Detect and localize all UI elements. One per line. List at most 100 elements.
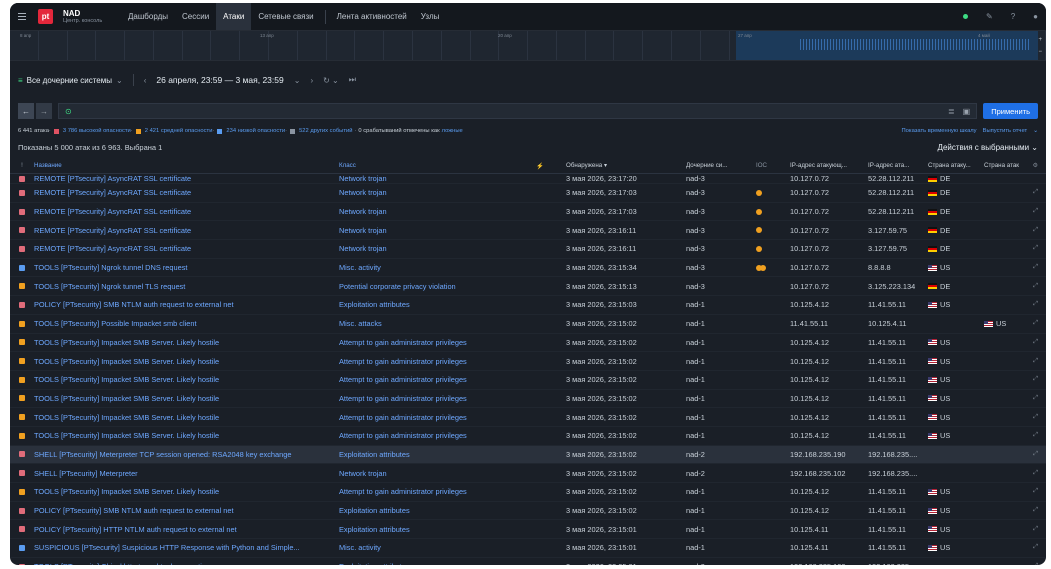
attack-class[interactable]: Misc. activity [339, 263, 566, 272]
attack-name[interactable]: TOOLS [PTsecurity] Impacket SMB Server. … [34, 487, 339, 496]
ioc-indicator-icon[interactable] [756, 245, 762, 252]
help-icon[interactable]: ? [1011, 12, 1015, 21]
skip-to-end-icon[interactable]: ⏭ [349, 75, 356, 85]
attack-name[interactable]: TOOLS [PTsecurity] Chisel http tunnel to… [34, 562, 339, 565]
attack-name[interactable]: TOOLS [PTsecurity] Impacket SMB Server. … [34, 375, 339, 384]
show-timeline-link[interactable]: Показать временную шкалу [902, 128, 977, 134]
attack-class[interactable]: Attempt to gain administrator privileges [339, 357, 566, 366]
attack-name[interactable]: TOOLS [PTsecurity] Impacket SMB Server. … [34, 413, 339, 422]
date-range[interactable]: 26 апреля, 23:59 — 3 мая, 23:59 [156, 75, 283, 85]
attack-name[interactable]: SHELL [PTsecurity] Meterpreter TCP sessi… [34, 450, 339, 459]
table-row[interactable]: TOOLS [PTsecurity] Ngrok tunnel TLS requ… [10, 277, 1046, 297]
attack-class[interactable]: Network trojan [339, 226, 566, 235]
ioc-indicator-icon[interactable] [756, 189, 762, 196]
attack-class[interactable]: Exploitation attributes [339, 300, 566, 309]
table-row[interactable]: POLICY [PTsecurity] HTTP NTLM auth reque… [10, 520, 1046, 540]
ioc-indicator-icon[interactable] [756, 227, 762, 234]
attack-name[interactable]: TOOLS [PTsecurity] Ngrok tunnel TLS requ… [34, 282, 339, 291]
table-row[interactable]: REMOTE [PTsecurity] AsyncRAT SSL certifi… [10, 221, 1046, 241]
table-row[interactable]: REMOTE [PTsecurity] AsyncRAT SSL certifi… [10, 174, 1046, 184]
forward-button[interactable]: → [36, 103, 52, 119]
table-row[interactable]: TOOLS [PTsecurity] Impacket SMB Server. … [10, 371, 1046, 390]
table-row[interactable]: TOOLS [PTsecurity] Possible Impacket smb… [10, 315, 1046, 334]
attack-name[interactable]: TOOLS [PTsecurity] Impacket SMB Server. … [34, 394, 339, 403]
attack-name[interactable]: TOOLS [PTsecurity] Ngrok tunnel DNS requ… [34, 263, 339, 272]
expand-icon[interactable]: ⤢ [1030, 563, 1046, 565]
bulk-actions-dropdown[interactable]: Действия с выбранными ⌄ [938, 143, 1046, 152]
tab-dashboards[interactable]: Дашборды [121, 3, 175, 30]
attack-class[interactable]: Network trojan [339, 207, 566, 216]
attack-class[interactable]: Network trojan [339, 469, 566, 478]
medium-severity-link[interactable]: 2 421 средней опасности [145, 128, 213, 134]
other-events-link[interactable]: 522 других событий [299, 128, 352, 134]
col-severity[interactable]: ! [10, 162, 34, 169]
attack-class[interactable]: Network trojan [339, 188, 566, 197]
attack-class[interactable]: Potential corporate privacy violation [339, 282, 566, 291]
table-row[interactable]: REMOTE [PTsecurity] AsyncRAT SSL certifi… [10, 240, 1046, 259]
table-row[interactable]: REMOTE [PTsecurity] AsyncRAT SSL certifi… [10, 203, 1046, 222]
expand-icon[interactable]: ⤢ [1030, 395, 1046, 402]
col-ioc[interactable]: IOC [756, 162, 790, 169]
expand-icon[interactable]: ⤢ [1030, 526, 1046, 533]
table-row[interactable]: SHELL [PTsecurity] Meterpreter TCP sessi… [10, 445, 1046, 465]
false-positives-link[interactable]: ложные [442, 128, 463, 134]
query-input[interactable]: ⊙ ≣ ▣ [58, 103, 978, 119]
expand-icon[interactable]: ⤢ [1030, 432, 1046, 439]
expand-icon[interactable]: ⤢ [1030, 189, 1046, 196]
menu-icon[interactable] [10, 13, 34, 20]
expand-icon[interactable]: ⤢ [1030, 414, 1046, 421]
list-icon[interactable]: ≣ [948, 107, 955, 116]
col-country-attacker[interactable]: Страна атаку... [928, 162, 984, 169]
attack-name[interactable]: TOOLS [PTsecurity] Impacket SMB Server. … [34, 357, 339, 366]
tab-sessions[interactable]: Сессии [175, 3, 216, 30]
table-row[interactable]: POLICY [PTsecurity] SMB NTLM auth reques… [10, 502, 1046, 521]
zoom-in-icon[interactable]: + [1038, 37, 1042, 43]
attack-class[interactable]: Network trojan [339, 174, 566, 183]
wrench-icon[interactable]: ✎ [986, 12, 993, 21]
column-settings-icon[interactable]: ⚙ [1030, 162, 1046, 169]
expand-icon[interactable]: ⤢ [1030, 227, 1046, 234]
table-row[interactable]: TOOLS [PTsecurity] Chisel http tunnel to… [10, 558, 1046, 565]
timeline[interactable]: 8 апр 13 апр 20 апр 27 апр 4 май + − [10, 31, 1046, 61]
high-severity-link[interactable]: 3 786 высокой опасности [63, 128, 131, 134]
apply-button[interactable]: Применить [983, 103, 1038, 119]
col-ip-target[interactable]: IP-адрес ата... [868, 162, 928, 169]
attack-class[interactable]: Attempt to gain administrator privileges [339, 413, 566, 422]
zoom-out-icon[interactable]: − [1038, 49, 1042, 55]
save-icon[interactable]: ▣ [963, 107, 971, 116]
tab-attacks[interactable]: Атаки [216, 3, 252, 30]
attack-class[interactable]: Attempt to gain administrator privileges [339, 487, 566, 496]
col-name[interactable]: Название [34, 162, 339, 169]
table-row[interactable]: TOOLS [PTsecurity] Impacket SMB Server. … [10, 352, 1046, 371]
attack-class[interactable]: Attempt to gain administrator privileges [339, 338, 566, 347]
attack-name[interactable]: REMOTE [PTsecurity] AsyncRAT SSL certifi… [34, 174, 339, 183]
table-row[interactable]: POLICY [PTsecurity] SMB NTLM auth reques… [10, 296, 1046, 315]
attack-name[interactable]: SUSPICIOUS [PTsecurity] Suspicious HTTP … [34, 543, 339, 552]
tab-network-links[interactable]: Сетевые связи [251, 3, 320, 30]
status-indicator-icon[interactable] [963, 14, 968, 19]
attack-name[interactable]: SHELL [PTsecurity] Meterpreter [34, 469, 339, 478]
attack-name[interactable]: TOOLS [PTsecurity] Possible Impacket smb… [34, 319, 339, 328]
col-ip-attacker[interactable]: IP-адрес атакующ... [790, 162, 868, 169]
attack-class[interactable]: Attempt to gain administrator privileges [339, 394, 566, 403]
expand-icon[interactable]: ⤢ [1030, 339, 1046, 346]
table-row[interactable]: SHELL [PTsecurity] Meterpreter Network t… [10, 464, 1046, 483]
attack-name[interactable]: POLICY [PTsecurity] SMB NTLM auth reques… [34, 506, 339, 515]
table-row[interactable]: REMOTE [PTsecurity] AsyncRAT SSL certifi… [10, 184, 1046, 203]
attack-name[interactable]: REMOTE [PTsecurity] AsyncRAT SSL certifi… [34, 226, 339, 235]
systems-dropdown[interactable]: ≡ Все дочерние системы ⌄ [18, 76, 123, 85]
attack-name[interactable]: TOOLS [PTsecurity] Impacket SMB Server. … [34, 431, 339, 440]
expand-icon[interactable]: ⤢ [1030, 264, 1046, 271]
next-period-button[interactable]: › [310, 76, 313, 85]
expand-icon[interactable]: ⤢ [1030, 283, 1046, 290]
attack-class[interactable]: Misc. attacks [339, 319, 566, 328]
expand-icon[interactable]: ⤢ [1030, 376, 1046, 383]
table-row[interactable]: TOOLS [PTsecurity] Impacket SMB Server. … [10, 390, 1046, 409]
expand-icon[interactable]: ⤢ [1030, 320, 1046, 327]
chevron-down-icon[interactable]: ⌄ [294, 76, 301, 85]
attack-name[interactable]: REMOTE [PTsecurity] AsyncRAT SSL certifi… [34, 244, 339, 253]
expand-icon[interactable]: ⤢ [1030, 470, 1046, 477]
expand-icon[interactable]: ⤢ [1030, 358, 1046, 365]
refresh-icon[interactable]: ↻ ⌄ [323, 76, 339, 85]
table-row[interactable]: TOOLS [PTsecurity] Impacket SMB Server. … [10, 483, 1046, 502]
